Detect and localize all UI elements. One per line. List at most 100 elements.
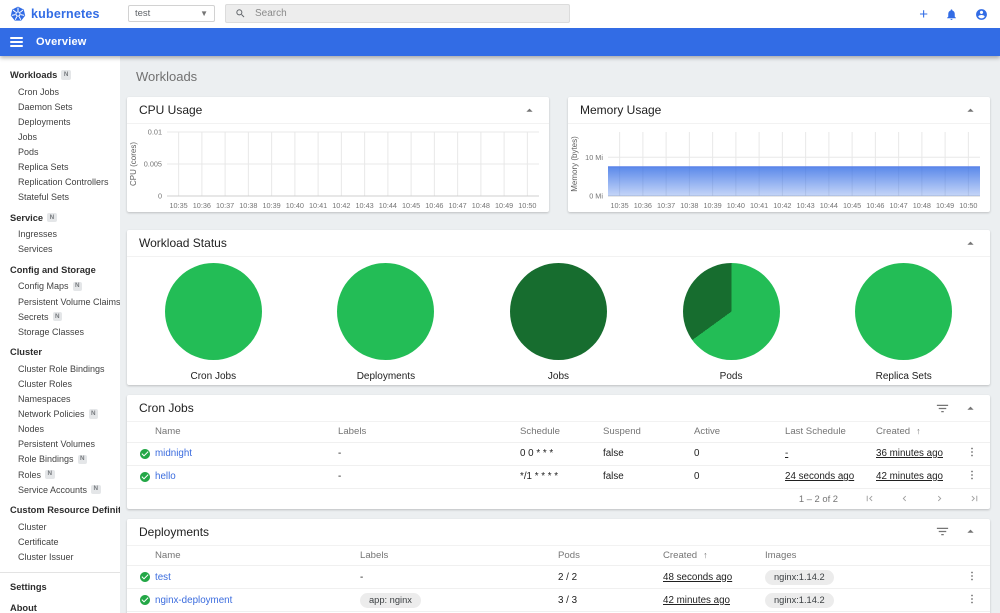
sidebar-item-role-bindings[interactable]: Role Bindings N	[0, 452, 120, 467]
svg-text:10:50: 10:50	[518, 201, 536, 210]
sidebar-section-custom-resource-definitions[interactable]: Custom Resource Definitions	[0, 501, 120, 519]
sidebar-item-label: Cluster Role Bindings	[18, 363, 105, 374]
create-plus-icon[interactable]: +	[919, 7, 928, 22]
header-actions: +	[919, 0, 988, 28]
row-menu-kebab-icon[interactable]	[966, 446, 982, 458]
first-page-icon[interactable]	[864, 493, 875, 504]
sidebar-section-config-and-storage[interactable]: Config and Storage	[0, 261, 120, 279]
filter-icon[interactable]	[935, 401, 950, 416]
sidebar-item-cluster-roles[interactable]: Cluster Roles	[0, 376, 120, 391]
sidebar-item-jobs[interactable]: Jobs	[0, 129, 120, 144]
collapse-caret-icon[interactable]	[963, 103, 978, 118]
column-header-images[interactable]: Images	[765, 545, 960, 566]
sidebar-item-label: Role Bindings	[18, 454, 74, 465]
column-header-labels[interactable]: Labels	[360, 545, 558, 566]
sidebar-item-persistent-volume-claims[interactable]: Persistent Volume ClaimsN	[0, 294, 120, 309]
sidebar-item-replication-controllers[interactable]: Replication Controllers	[0, 175, 120, 190]
column-header-active[interactable]: Active	[694, 422, 785, 443]
sidebar-section-label: Config and Storage	[10, 264, 96, 275]
namespaced-badge: N	[52, 312, 63, 322]
sidebar-item-about[interactable]: About	[0, 599, 120, 613]
sidebar-item-label: Jobs	[18, 131, 38, 142]
collapse-caret-icon[interactable]	[963, 401, 978, 416]
pagination-controls	[864, 493, 980, 504]
pie-label: Deployments	[356, 371, 416, 382]
row-menu-kebab-icon[interactable]	[966, 469, 982, 481]
collapse-caret-icon[interactable]	[963, 236, 978, 251]
search-input[interactable]	[255, 8, 560, 19]
row-menu-kebab-icon[interactable]	[966, 593, 982, 605]
kubernetes-logo[interactable]: kubernetes	[10, 0, 100, 28]
workload-status-title: Workload Status	[139, 236, 227, 250]
pagination-range-label: 1 – 2 of 2	[798, 493, 838, 504]
sidebar-item-label: Nodes	[18, 424, 45, 435]
main-content: Workloads CPU Usage 10:35 10:36 10:37 10:38…	[120, 56, 1000, 613]
sidebar-item-network-policies[interactable]: Network Policies N	[0, 407, 120, 422]
sidebar-item-pods[interactable]: Pods	[0, 144, 120, 159]
sidebar-item-config-maps[interactable]: Config Maps N	[0, 279, 120, 294]
column-header-suspend[interactable]: Suspend	[603, 422, 694, 443]
kubernetes-dashboard: kubernetes test ▼ + Overview WorkloadsNC…	[0, 0, 1000, 613]
sidebar-item-secrets[interactable]: Secrets N	[0, 309, 120, 324]
sidebar-item-stateful-sets[interactable]: Stateful Sets	[0, 190, 120, 205]
pie-label: Pods	[719, 371, 743, 382]
row-link-nginx-deployment[interactable]: nginx-deployment	[155, 595, 232, 606]
sidebar-item-deployments[interactable]: Deployments	[0, 114, 120, 129]
menu-hamburger-icon[interactable]	[10, 36, 23, 48]
pie-chart-cron-jobs	[164, 263, 262, 360]
sidebar-item-services[interactable]: Services	[0, 242, 120, 257]
collapse-caret-icon[interactable]	[963, 524, 978, 539]
sidebar-item-daemon-sets[interactable]: Daemon Sets	[0, 99, 120, 114]
sidebar-item-roles[interactable]: Roles N	[0, 467, 120, 482]
sidebar-item-namespaces[interactable]: Namespaces	[0, 392, 120, 407]
last-page-icon[interactable]	[969, 493, 980, 504]
sidebar-item-ingresses[interactable]: Ingresses	[0, 227, 120, 242]
sidebar-item-cluster-role-bindings[interactable]: Cluster Role Bindings	[0, 361, 120, 376]
sidebar-item-cluster[interactable]: Cluster	[0, 519, 120, 534]
row-menu-kebab-icon[interactable]	[966, 570, 982, 582]
column-header-pods[interactable]: Pods	[558, 545, 663, 566]
row-link-hello[interactable]: hello	[155, 471, 176, 482]
status-column-header	[127, 422, 155, 443]
sidebar-item-certificate[interactable]: Certificate	[0, 534, 120, 549]
previous-page-icon[interactable]	[899, 493, 910, 504]
sidebar-section-cluster[interactable]: Cluster	[0, 343, 120, 361]
column-header-labels[interactable]: Labels	[338, 422, 520, 443]
sidebar-item-cluster-issuer[interactable]: Cluster Issuer	[0, 549, 120, 564]
collapse-caret-icon[interactable]	[522, 103, 537, 118]
sidebar-item-label: Namespaces	[18, 394, 71, 405]
search-bar[interactable]	[225, 4, 570, 23]
account-icon[interactable]	[975, 8, 988, 21]
column-header-created[interactable]: Created ↑	[876, 422, 960, 443]
sidebar-item-storage-classes[interactable]: Storage Classes	[0, 324, 120, 339]
pie-cron-jobs: Cron Jobs	[127, 263, 300, 382]
sidebar-item-replica-sets[interactable]: Replica Sets	[0, 159, 120, 174]
notifications-bell-icon[interactable]	[945, 8, 958, 21]
column-header-schedule[interactable]: Schedule	[520, 422, 603, 443]
column-header-last-schedule[interactable]: Last Schedule	[785, 422, 876, 443]
column-header-name[interactable]: Name	[155, 545, 360, 566]
sidebar-item-label: Roles	[18, 469, 42, 480]
cell-text: false	[603, 471, 624, 482]
sidebar-item-nodes[interactable]: Nodes	[0, 422, 120, 437]
namespaced-badge: N	[88, 409, 99, 419]
sidebar-item-service-accounts[interactable]: Service Accounts N	[0, 482, 120, 497]
column-header-name[interactable]: Name	[155, 422, 338, 443]
cron-jobs-pagination: 1 – 2 of 2	[127, 489, 990, 509]
namespace-selector[interactable]: test ▼	[128, 5, 215, 22]
filter-icon[interactable]	[935, 524, 950, 539]
sidebar-section-service[interactable]: Service N	[0, 209, 120, 227]
cron-jobs-table: Name Labels Schedule Suspend Active Last Sche…	[127, 422, 990, 489]
deployments-table: Name Labels Pods Created ↑ Images test - 2 / 2 48…	[127, 545, 990, 612]
column-header-created[interactable]: Created ↑	[663, 545, 765, 566]
svg-text:10:35: 10:35	[610, 201, 628, 210]
sidebar-divider	[0, 572, 120, 574]
sidebar-item-persistent-volumes[interactable]: Persistent Volumes	[0, 437, 120, 452]
sidebar-item-settings[interactable]: Settings	[0, 578, 120, 596]
sidebar-item-cron-jobs[interactable]: Cron Jobs	[0, 84, 120, 99]
sidebar-section-workloads[interactable]: Workloads N	[0, 66, 120, 84]
next-page-icon[interactable]	[934, 493, 945, 504]
svg-text:10:37: 10:37	[657, 201, 675, 210]
row-link-midnight[interactable]: midnight	[155, 448, 192, 459]
row-link-test[interactable]: test	[155, 572, 171, 583]
